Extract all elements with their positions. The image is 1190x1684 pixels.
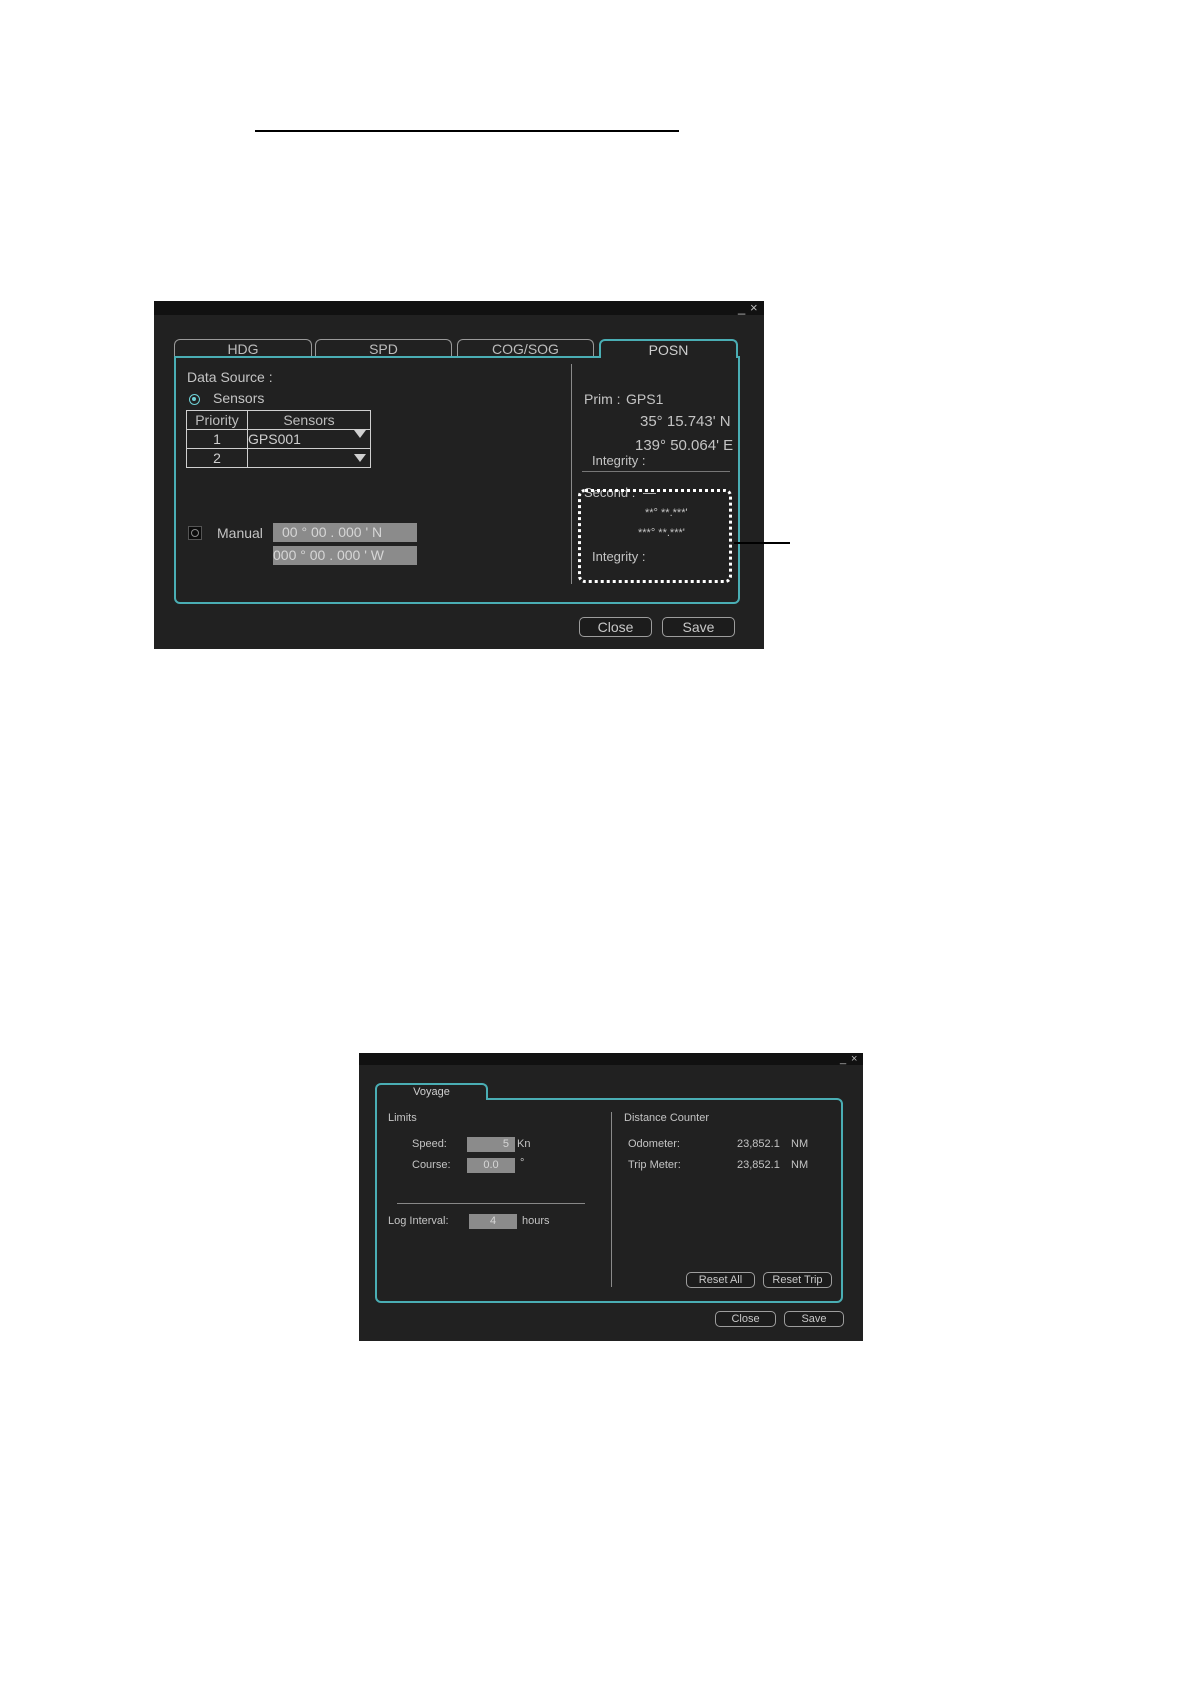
chevron-down-icon[interactable] <box>354 454 366 462</box>
prim-integrity-label: Integrity : <box>592 453 646 468</box>
sensors-radio[interactable] <box>189 394 200 405</box>
sensor-priority-table: Priority Sensors 1 GPS001 2 <box>186 410 371 468</box>
voyage-panel: Limits Speed: 5 Kn Course: 0.0 ° Log Int… <box>375 1098 843 1303</box>
sensors-column-header: Sensors <box>247 410 371 430</box>
close-button[interactable]: Close <box>715 1311 776 1327</box>
reset-all-button[interactable]: Reset All <box>686 1272 755 1288</box>
speed-label: Speed: <box>412 1138 447 1150</box>
sensor-dropdown-value: GPS001 <box>248 431 301 447</box>
course-input[interactable]: 0.0 <box>467 1158 515 1173</box>
title-bar[interactable] <box>154 301 764 315</box>
reset-trip-button[interactable]: Reset Trip <box>763 1272 832 1288</box>
prim-latitude: 35° 15.743' N <box>640 413 731 430</box>
sensor-dialog: _ × HDG SPD COG/SOG POSN Data Source : S… <box>154 301 764 649</box>
manual-radio[interactable] <box>188 526 202 540</box>
manual-label: Manual <box>217 525 263 541</box>
priority-cell: 2 <box>186 448 248 468</box>
table-row: 1 GPS001 <box>186 429 371 449</box>
odometer-value: 23,852.1 <box>737 1138 780 1150</box>
tab-posn[interactable]: POSN <box>599 339 738 358</box>
data-source-label: Data Source : <box>187 369 273 385</box>
limits-label: Limits <box>388 1112 417 1124</box>
sensor-dropdown[interactable] <box>247 448 371 468</box>
radio-unselected-ring <box>191 529 199 537</box>
save-button[interactable]: Save <box>784 1311 844 1327</box>
sensor-dropdown[interactable]: GPS001 <box>247 429 371 449</box>
log-interval-label: Log Interval: <box>388 1215 449 1227</box>
voyage-dialog: _ × Voyage Limits Speed: 5 Kn Course: 0.… <box>359 1053 863 1341</box>
prim-second-divider <box>582 471 730 472</box>
priority-column-header: Priority <box>186 410 248 430</box>
tab-voyage[interactable]: Voyage <box>375 1083 488 1100</box>
minimize-icon[interactable]: _ <box>738 301 745 315</box>
limits-divider <box>397 1203 585 1204</box>
course-unit: ° <box>520 1157 525 1169</box>
priority-cell: 1 <box>186 429 248 449</box>
log-interval-unit: hours <box>522 1215 550 1227</box>
chevron-down-icon[interactable] <box>354 430 366 438</box>
table-row: 2 <box>186 448 371 468</box>
speed-input[interactable]: 5 <box>467 1137 515 1152</box>
close-icon[interactable]: × <box>750 301 758 315</box>
minimize-icon[interactable]: _ <box>840 1053 846 1065</box>
trip-meter-value: 23,852.1 <box>737 1159 780 1171</box>
prim-longitude: 139° 50.064' E <box>635 437 734 454</box>
trip-meter-unit: NM <box>791 1159 809 1171</box>
panel-divider <box>611 1112 612 1287</box>
second-source-highlight <box>578 489 732 583</box>
radio-selected-dot <box>192 397 196 401</box>
sensors-radio-label: Sensors <box>213 390 265 406</box>
odometer-unit: NM <box>791 1138 809 1150</box>
odometer-label: Odometer: <box>628 1138 680 1150</box>
log-interval-input[interactable]: 4 <box>469 1214 517 1229</box>
close-button[interactable]: Close <box>579 617 652 637</box>
trip-meter-label: Trip Meter: <box>628 1159 681 1171</box>
course-label: Course: <box>412 1159 451 1171</box>
table-header-row: Priority Sensors <box>186 410 371 430</box>
manual-longitude-field[interactable]: 000 ° 00 . 000 ' W <box>273 546 417 565</box>
close-icon[interactable]: × <box>851 1053 857 1065</box>
speed-unit: Kn <box>517 1138 531 1150</box>
title-bar[interactable] <box>359 1053 863 1065</box>
callout-line <box>734 542 790 544</box>
prim-source: GPS1 <box>626 391 664 407</box>
prim-label: Prim : <box>584 391 621 407</box>
save-button[interactable]: Save <box>662 617 735 637</box>
manual-latitude-field[interactable]: 00 ° 00 . 000 ' N <box>273 523 417 542</box>
distance-counter-label: Distance Counter <box>624 1112 709 1124</box>
heading-underline <box>255 130 679 132</box>
panel-divider <box>571 364 572 584</box>
